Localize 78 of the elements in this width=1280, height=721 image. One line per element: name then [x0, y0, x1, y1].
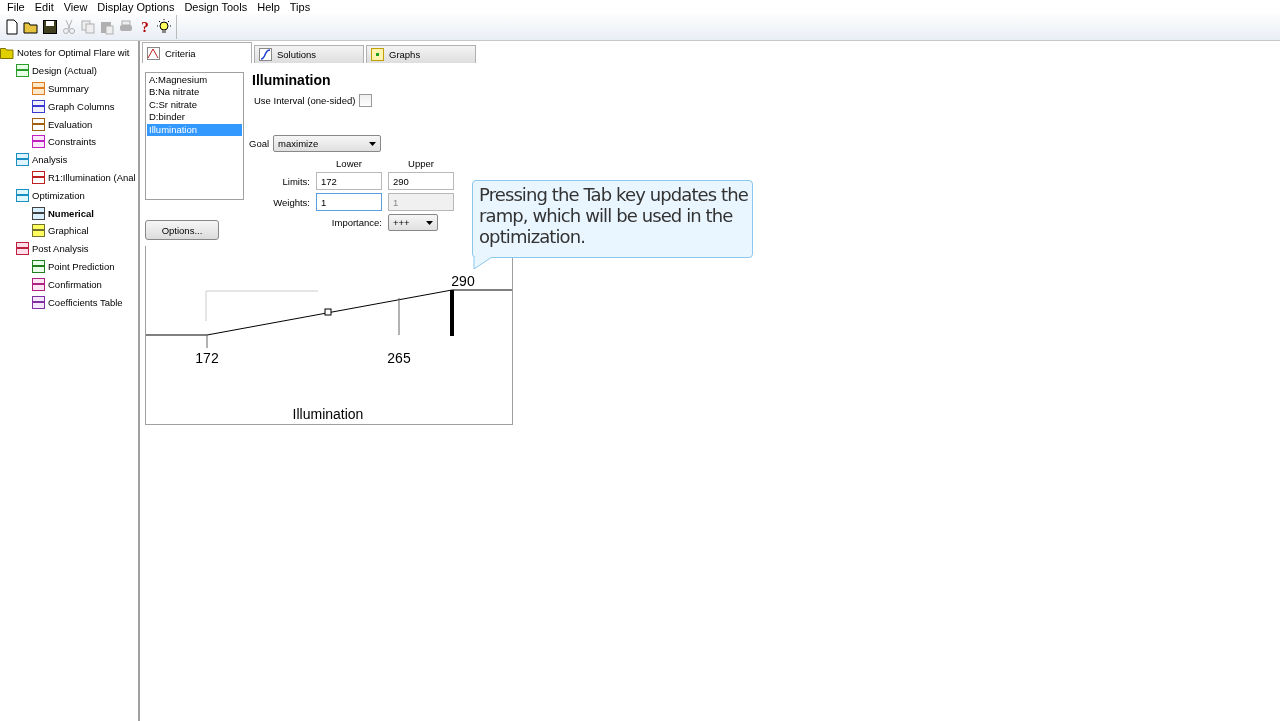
- lower-limit-field[interactable]: 172: [316, 172, 382, 190]
- lightbulb-icon[interactable]: [156, 19, 172, 35]
- tree-item[interactable]: Point Prediction: [48, 260, 115, 272]
- goal-label: Goal: [249, 138, 270, 149]
- checklist-icon: [16, 242, 29, 256]
- menu-item[interactable]: View: [58, 1, 93, 13]
- plot-icon: [371, 48, 384, 61]
- importance-dropdown[interactable]: +++: [388, 214, 438, 231]
- tree-item[interactable]: Design (Actual): [32, 65, 97, 77]
- checkbox-label: Use Interval (one-sided): [254, 95, 356, 106]
- tree-root[interactable]: Notes for Optimal Flare wit: [17, 47, 130, 59]
- criterion-title: Illumination: [252, 72, 332, 88]
- document-icon: [32, 99, 45, 113]
- document-icon: [32, 82, 45, 95]
- callout-tail: [473, 257, 493, 270]
- menu-item[interactable]: Edit: [29, 1, 59, 13]
- tree-item[interactable]: Evaluation: [48, 118, 93, 130]
- document-icon: [32, 117, 45, 131]
- caret-icon: [369, 141, 377, 146]
- column-header: Upper: [407, 158, 435, 169]
- document-icon: [16, 188, 29, 202]
- tab[interactable]: Graphs: [366, 45, 476, 63]
- tick-mark: [398, 297, 400, 336]
- options-button[interactable]: Options...: [145, 220, 219, 240]
- tree-item[interactable]: Graphical: [48, 225, 89, 237]
- checkbox[interactable]: [359, 94, 373, 107]
- tick-label: 265: [387, 350, 411, 366]
- tree-item[interactable]: Confirmation: [48, 278, 102, 290]
- tree-item[interactable]: Summary: [48, 83, 89, 94]
- curve-icon: [259, 48, 272, 61]
- tree-item[interactable]: Optimization: [32, 189, 85, 201]
- folder-icon[interactable]: [23, 19, 39, 35]
- list-item[interactable]: B:Na nitrate: [147, 86, 242, 99]
- weights-label: Weights:: [272, 196, 310, 208]
- document-icon: [32, 277, 45, 291]
- list-item[interactable]: C:Sr nitrate: [147, 98, 242, 112]
- importance-label: Importance:: [330, 217, 382, 228]
- menu-item[interactable]: Display Options: [92, 1, 180, 13]
- upper-limit-field[interactable]: 290: [388, 172, 454, 190]
- document-icon: [32, 224, 45, 238]
- menu-item[interactable]: Help: [252, 1, 285, 13]
- document-icon: [32, 259, 45, 273]
- menu-item[interactable]: Tips: [284, 1, 316, 13]
- tree-item[interactable]: Graph Columns: [48, 100, 115, 112]
- limits-label: Limits:: [281, 175, 310, 187]
- tree-item[interactable]: Post Analysis: [32, 243, 89, 255]
- peak-icon: [147, 46, 160, 60]
- caret-icon: [426, 220, 433, 225]
- new-file-icon[interactable]: [4, 19, 20, 35]
- menu-item[interactable]: Design Tools: [179, 1, 253, 13]
- tab[interactable]: Solutions: [254, 45, 364, 63]
- document-icon: [32, 206, 45, 220]
- folder-icon: [0, 46, 14, 59]
- document-icon: [16, 64, 29, 78]
- tab[interactable]: Criteria: [142, 42, 252, 63]
- axis-title: Illumination: [292, 406, 364, 422]
- current-value-marker: [450, 290, 454, 336]
- menu-item[interactable]: File: [2, 1, 30, 13]
- tree-item[interactable]: Coefficients Table: [48, 296, 123, 308]
- tree-item[interactable]: Numerical: [48, 207, 94, 219]
- goal-dropdown[interactable]: maximize: [273, 135, 382, 152]
- document-icon: [32, 170, 45, 184]
- callout-bubble: Pressing the Tab key updates the ramp, which will be used in the optimization.: [472, 180, 753, 258]
- tick-label: 172: [195, 350, 219, 366]
- tree-item[interactable]: Constraints: [48, 136, 97, 148]
- document-icon: [32, 135, 45, 149]
- document-icon: [32, 295, 45, 309]
- lower-weight-field[interactable]: 1: [316, 193, 382, 211]
- tick-label: 290: [451, 273, 475, 289]
- help-button[interactable]: ?: [137, 19, 153, 35]
- tree-item[interactable]: Analysis: [32, 154, 68, 166]
- tick-mark: [206, 334, 208, 349]
- list-item[interactable]: A:Magnesium: [147, 74, 242, 87]
- ramp-handle[interactable]: [324, 308, 332, 316]
- column-header: Lower: [335, 158, 363, 169]
- tree-item[interactable]: R1:Illumination (Anal: [48, 171, 136, 183]
- document-icon: [16, 153, 29, 167]
- list-item[interactable]: D:binder: [147, 111, 242, 124]
